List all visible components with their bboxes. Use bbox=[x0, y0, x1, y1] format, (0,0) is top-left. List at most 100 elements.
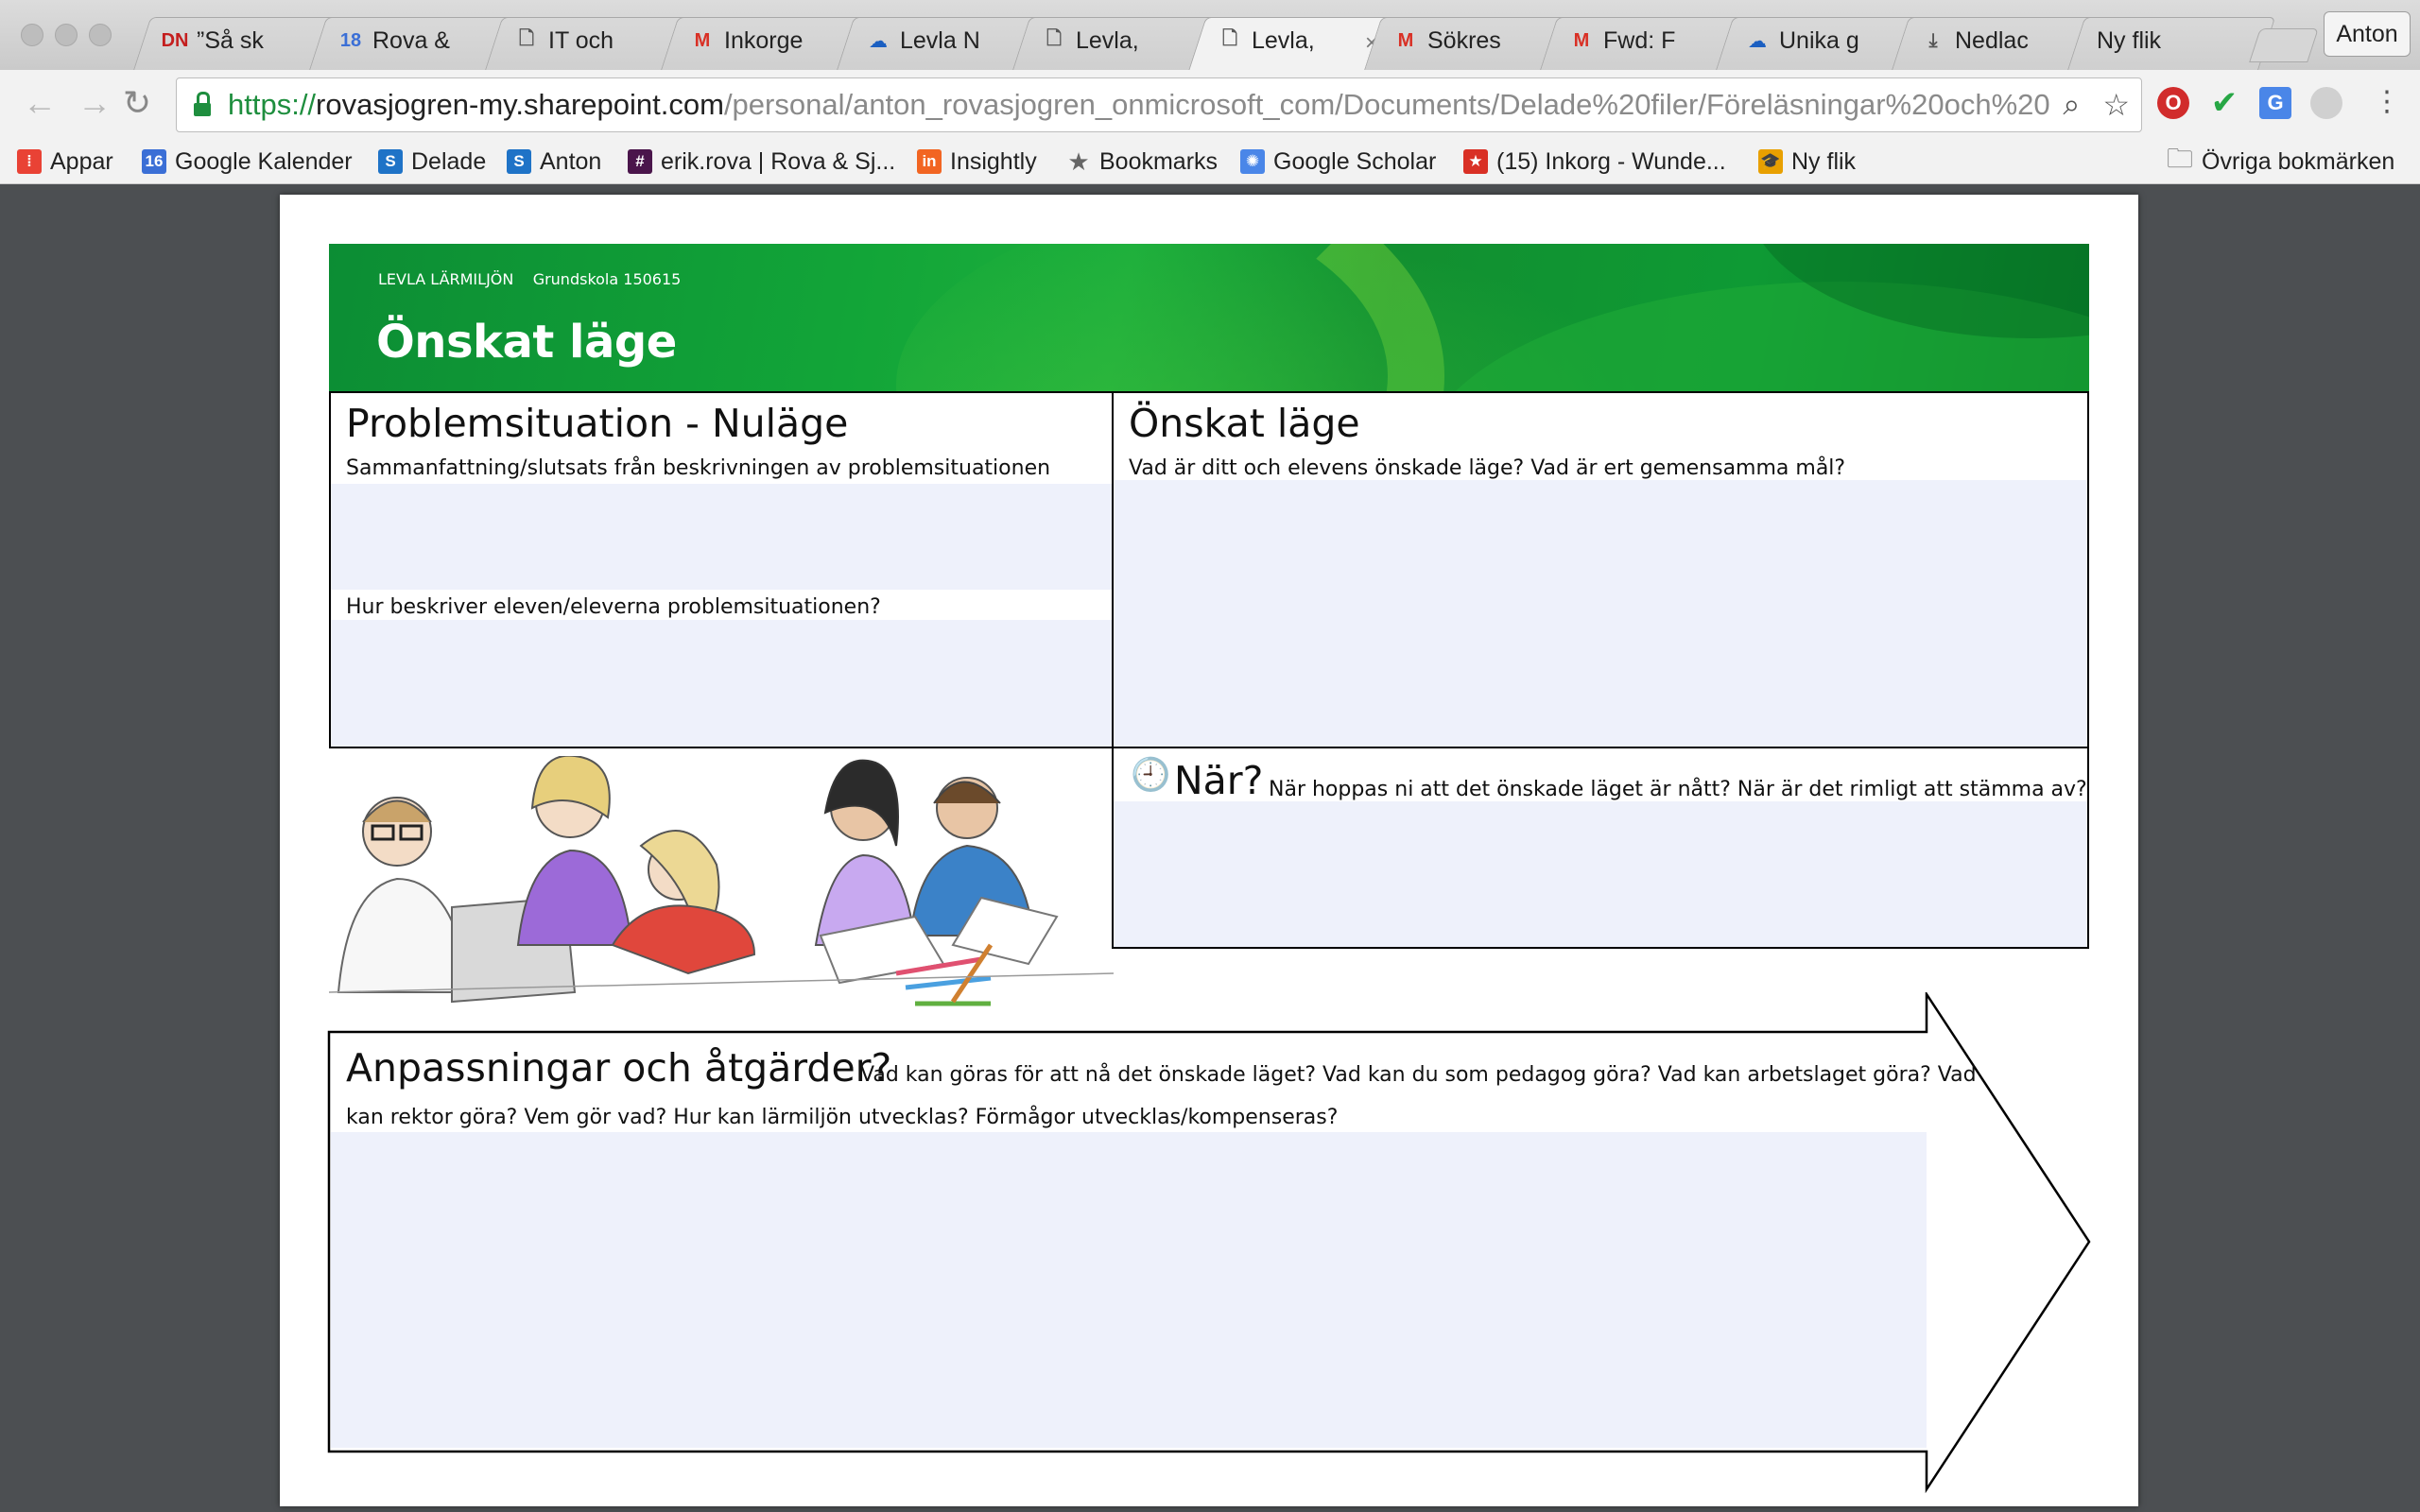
download-icon: ⤓ bbox=[1928, 29, 1938, 51]
star-icon: ★ bbox=[1067, 146, 1090, 176]
sharepoint-icon: S bbox=[378, 149, 403, 174]
bookmark-item[interactable]: ★ Bookmarks bbox=[1066, 146, 1218, 178]
calendar-icon: 16 bbox=[142, 149, 166, 174]
browser-tab-content[interactable]: 🗋 IT och bbox=[493, 17, 684, 64]
clock-icon: 🕘 bbox=[1131, 757, 1171, 793]
problem-question-1: Sammanfattning/slutsats från beskrivning… bbox=[346, 456, 1051, 480]
menu-icon[interactable]: ⋮ bbox=[2373, 85, 2401, 118]
bookmark-item[interactable]: ✺ Google Scholar bbox=[1240, 146, 1436, 178]
desired-title: Önskat läge bbox=[1129, 401, 1360, 446]
browser-tab-content[interactable]: M Sökres bbox=[1373, 17, 1564, 64]
sharepoint-icon: S bbox=[507, 149, 531, 174]
actions-title: Anpassningar och åtgärder? bbox=[346, 1045, 892, 1091]
browser-tab-label: Levla N bbox=[900, 26, 980, 54]
scholar-hat-icon: 🎓 bbox=[1758, 149, 1783, 174]
browser-tab-content[interactable]: ⤓ Nedlac bbox=[1900, 17, 2091, 64]
bookmark-item[interactable]: 🎓 Ny flik bbox=[1758, 146, 1856, 178]
bookmark-label: (15) Inkorg - Wunde... bbox=[1496, 147, 1726, 175]
bookmark-label: Google Scholar bbox=[1273, 147, 1437, 175]
bookmark-item[interactable]: S Delade bbox=[378, 146, 486, 178]
back-arrow-icon[interactable]: ← bbox=[23, 83, 57, 123]
problem-title: Problemsituation - Nuläge bbox=[346, 401, 849, 446]
problem-question-2: Hur beskriver eleven/eleverna problemsit… bbox=[346, 595, 881, 619]
browser-tab-label: ”Så sk bbox=[197, 26, 264, 54]
minimize-window-button[interactable] bbox=[55, 24, 78, 46]
document-icon: 🗋 bbox=[1046, 28, 1063, 49]
forward-arrow-icon[interactable]: → bbox=[78, 83, 112, 123]
when-question: När hoppas ni att det önskade läget är n… bbox=[1269, 778, 2087, 801]
girl-red-figure bbox=[611, 830, 756, 975]
translate-extension-icon[interactable]: G bbox=[2259, 87, 2291, 119]
bookmark-label: Bookmarks bbox=[1099, 147, 1219, 175]
girl-lilac-figure bbox=[814, 759, 917, 946]
browser-tab-content[interactable]: 18 Rova & bbox=[318, 17, 509, 64]
onedrive-icon: ☁ bbox=[1748, 30, 1767, 52]
checkmark-extension-icon[interactable]: ✔ bbox=[2208, 85, 2240, 121]
desired-field[interactable] bbox=[1114, 480, 2087, 747]
opera-extension-icon[interactable]: O bbox=[2157, 87, 2189, 119]
bookmark-item[interactable]: 16 Google Kalender bbox=[142, 146, 353, 178]
bookmark-star-icon[interactable]: ☆ bbox=[2102, 87, 2130, 123]
bookmark-item[interactable]: ⁞ Appar bbox=[17, 146, 113, 178]
address-bar[interactable]: https://rovasjogren-my.sharepoint.com/pe… bbox=[176, 77, 2142, 132]
browser-tab-content[interactable]: 🗋 Levla, × bbox=[1197, 17, 1388, 64]
banner-title: Önskat läge bbox=[376, 316, 677, 369]
problem-summary-field[interactable] bbox=[331, 484, 1112, 590]
other-bookmarks[interactable]: 🗀 Övriga bokmärken bbox=[2167, 144, 2395, 178]
bookmark-label: erik.rova | Rova & Sj... bbox=[661, 147, 896, 175]
bookmark-label: Google Kalender bbox=[175, 147, 353, 175]
new-tab-button[interactable] bbox=[2249, 28, 2319, 62]
browser-tab-content[interactable]: M Inkorge bbox=[669, 17, 860, 64]
browser-tab-content[interactable]: Ny flik bbox=[2076, 17, 2267, 64]
close-window-button[interactable] bbox=[21, 24, 43, 46]
browser-tab-label: Fwd: F bbox=[1603, 26, 1676, 54]
onedrive-icon: ☁ bbox=[869, 30, 888, 52]
actions-question-line-2: kan rektor göra? Vem gör vad? Hur kan lä… bbox=[346, 1106, 1339, 1129]
dn-icon: DN bbox=[161, 29, 189, 51]
when-field[interactable] bbox=[1114, 801, 2087, 947]
other-bookmarks-label: Övriga bokmärken bbox=[2202, 147, 2395, 175]
browser-tab-label: Unika g bbox=[1779, 26, 1859, 54]
problem-student-field[interactable] bbox=[331, 620, 1112, 747]
actions-question-line-1: Vad kan göras för att nå det önskade läg… bbox=[860, 1063, 1977, 1087]
extension-icon[interactable] bbox=[2310, 87, 2342, 119]
browser-tab-label: Sökres bbox=[1427, 26, 1501, 54]
browser-tab-content[interactable]: DN ”Så sk bbox=[142, 17, 333, 64]
banner-subtitle: LEVLA LÄRMILJÖN Grundskola 150615 bbox=[378, 270, 682, 288]
browser-tab-label: Levla, bbox=[1076, 26, 1139, 54]
bookmark-label: Appar bbox=[50, 147, 113, 175]
slack-icon: # bbox=[628, 149, 652, 174]
scholar-icon: ✺ bbox=[1240, 149, 1265, 174]
bookmarks-bar: ⁞ Appar 16 Google Kalender S Delade S Anton # eri… bbox=[0, 140, 2420, 184]
gmail-icon: M bbox=[694, 29, 711, 51]
bookmark-label: Anton bbox=[540, 147, 602, 175]
bookmark-label: Ny flik bbox=[1791, 147, 1857, 175]
girl-purple-figure bbox=[516, 756, 633, 946]
browser-tab-label: Nedlac bbox=[1955, 26, 2029, 54]
folder-icon: 🗀 bbox=[2167, 144, 2194, 173]
browser-tab-label: Inkorge bbox=[724, 26, 804, 54]
browser-tab-content[interactable]: 🗋 Levla, bbox=[1021, 17, 1212, 64]
browser-tab-label: Levla, bbox=[1252, 26, 1315, 54]
bookmark-item[interactable]: ★ (15) Inkorg - Wunde... bbox=[1463, 146, 1726, 178]
desired-question: Vad är ditt och elevens önskade läge? Va… bbox=[1129, 456, 1846, 480]
zoom-magnifier-icon[interactable]: ⌕ bbox=[2063, 87, 2080, 123]
bookmark-label: Insightly bbox=[950, 147, 1037, 175]
wunderlist-icon: ★ bbox=[1463, 149, 1488, 174]
browser-tab-content[interactable]: M Fwd: F bbox=[1548, 17, 1739, 64]
browser-tab-content[interactable]: ☁ Unika g bbox=[1724, 17, 1915, 64]
reload-icon[interactable]: ↻ bbox=[123, 83, 151, 123]
gmail-icon: M bbox=[1397, 29, 1414, 51]
profile-button[interactable]: Anton bbox=[2324, 11, 2411, 57]
bookmark-label: Delade bbox=[411, 147, 487, 175]
gmail-icon: M bbox=[1573, 29, 1590, 51]
tab-strip: DN ”Så sk 18 Rova & 🗋 IT och M Inkorge ☁ Levla N 🗋… bbox=[132, 9, 2307, 73]
actions-field[interactable] bbox=[331, 1132, 1927, 1448]
url-text[interactable]: https://rovasjogren-my.sharepoint.com/pe… bbox=[228, 88, 2051, 122]
bookmark-item[interactable]: in Insightly bbox=[917, 146, 1037, 178]
when-title: När? bbox=[1174, 758, 1264, 803]
bookmark-item[interactable]: # erik.rova | Rova & Sj... bbox=[628, 146, 895, 178]
bookmark-item[interactable]: S Anton bbox=[507, 146, 601, 178]
zoom-window-button[interactable] bbox=[89, 24, 112, 46]
browser-tab-content[interactable]: ☁ Levla N bbox=[845, 17, 1036, 64]
